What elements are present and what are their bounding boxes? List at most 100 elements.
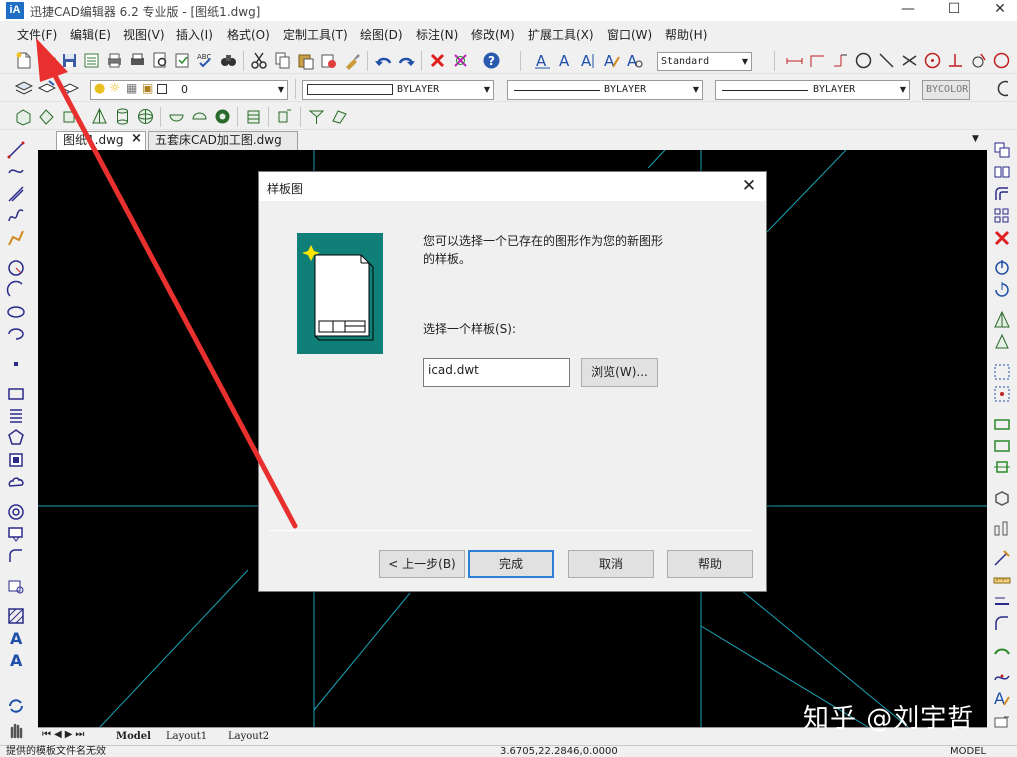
plot-icon[interactable]: [128, 51, 147, 70]
edit-polyline-icon[interactable]: [992, 548, 1012, 568]
redraw-icon[interactable]: [6, 696, 26, 716]
menu-insert[interactable]: 插入(I): [176, 26, 213, 43]
explode-icon[interactable]: [992, 518, 1012, 538]
edit-text-icon[interactable]: A: [602, 51, 621, 70]
line-icon[interactable]: [6, 140, 26, 160]
color-dropdown[interactable]: BYLAYER ▼: [302, 80, 494, 100]
lineweight-dropdown[interactable]: BYLAYER ▼: [715, 80, 910, 100]
hatch-icon[interactable]: [6, 606, 26, 626]
save-icon[interactable]: [60, 51, 79, 70]
menu-custom-tools[interactable]: 定制工具(T): [283, 26, 348, 43]
menu-extend-tools[interactable]: 扩展工具(X): [528, 26, 594, 43]
lengthen-icon[interactable]: [992, 592, 1012, 612]
edit-spline-points-icon[interactable]: [992, 666, 1012, 686]
text-icon[interactable]: A: [6, 650, 26, 670]
tab-five-set-bed[interactable]: 五套床CAD加工图.dwg: [148, 131, 298, 150]
layout-tab-layout1[interactable]: Layout1: [162, 728, 211, 745]
tab-list-chevron-icon[interactable]: ▼: [972, 134, 979, 144]
perpendicular-snap-icon[interactable]: [946, 51, 965, 70]
cone-solid-icon[interactable]: [60, 107, 79, 126]
extrude-icon[interactable]: [244, 107, 263, 126]
print-icon[interactable]: [105, 51, 124, 70]
pan-hand-icon[interactable]: [6, 720, 26, 740]
center-snap-icon[interactable]: [923, 51, 942, 70]
join-icon[interactable]: [992, 436, 1012, 456]
edit-spline-icon[interactable]: [992, 614, 1012, 634]
revolve-icon[interactable]: [275, 107, 294, 126]
scale-icon[interactable]: [992, 310, 1012, 330]
paste-special-icon[interactable]: [319, 51, 338, 70]
menu-dimension[interactable]: 标注(N): [416, 26, 458, 43]
torus-icon[interactable]: [213, 107, 232, 126]
linetype-dropdown[interactable]: BYLAYER ▼: [507, 80, 703, 100]
donut-icon[interactable]: [6, 502, 26, 522]
arc-tool-icon[interactable]: [994, 79, 1013, 98]
text-style-icon[interactable]: A: [533, 51, 552, 70]
minimize-button[interactable]: —: [885, 0, 931, 21]
spline-icon[interactable]: [6, 206, 26, 226]
stretch-icon[interactable]: [992, 332, 1012, 352]
back-button[interactable]: < 上一步(B): [379, 550, 465, 578]
move-icon[interactable]: [992, 258, 1012, 278]
line-tool-icon[interactable]: [877, 51, 896, 70]
single-line-text-icon[interactable]: A: [556, 51, 575, 70]
edit-mtext-icon[interactable]: A: [992, 688, 1012, 708]
publish-icon[interactable]: [173, 51, 192, 70]
menu-draw[interactable]: 绘图(D): [360, 26, 403, 43]
purge-icon[interactable]: [451, 51, 470, 70]
delete-icon[interactable]: [992, 228, 1012, 248]
slice-icon[interactable]: [307, 107, 326, 126]
maximize-button[interactable]: ☐: [931, 0, 977, 21]
undo-icon[interactable]: [374, 51, 393, 70]
measure-icon[interactable]: [992, 570, 1012, 590]
break-icon[interactable]: [992, 414, 1012, 434]
cancel-button[interactable]: 取消: [568, 550, 654, 578]
make-layer-current-icon[interactable]: [37, 79, 56, 98]
point-icon[interactable]: [6, 354, 26, 374]
help-button[interactable]: 帮助: [667, 550, 753, 578]
help-icon[interactable]: ?: [482, 51, 501, 70]
find-text-icon[interactable]: A: [625, 51, 644, 70]
polygon-icon[interactable]: [6, 428, 26, 448]
close-window-button[interactable]: ✕: [977, 0, 1017, 21]
multiline-text-icon[interactable]: A: [579, 51, 598, 70]
ellipse-icon[interactable]: [6, 302, 26, 322]
layer-previous-icon[interactable]: [60, 79, 79, 98]
paste-icon[interactable]: [296, 51, 315, 70]
layer-dropdown[interactable]: ● ☼ ▦ ▣ 0 ▼: [90, 80, 288, 100]
arc-dimension-icon[interactable]: [831, 51, 850, 70]
menu-view[interactable]: 视图(V): [123, 26, 165, 43]
rectangle-icon[interactable]: [6, 384, 26, 404]
copy-object-icon[interactable]: [992, 140, 1012, 160]
circle-dimension-icon[interactable]: [854, 51, 873, 70]
finish-button[interactable]: 完成: [468, 550, 554, 578]
wipeout-icon[interactable]: [6, 524, 26, 544]
spell-check-icon[interactable]: ABC: [196, 51, 215, 70]
menu-help[interactable]: 帮助(H): [665, 26, 707, 43]
redo-icon[interactable]: [397, 51, 416, 70]
tangent-snap-icon[interactable]: [969, 51, 988, 70]
print-preview-icon[interactable]: [151, 51, 170, 70]
mtext-icon[interactable]: A: [6, 628, 26, 648]
layer-manager-icon[interactable]: [14, 79, 33, 98]
mirror-icon[interactable]: [992, 162, 1012, 182]
array-icon[interactable]: [992, 206, 1012, 226]
layout-tab-layout2[interactable]: Layout2: [224, 728, 273, 745]
box-solid-icon[interactable]: [14, 107, 33, 126]
section-icon[interactable]: [330, 107, 349, 126]
edit-attribute-icon[interactable]: [992, 712, 1012, 732]
polyline-icon[interactable]: [6, 163, 26, 183]
dialog-close-icon[interactable]: ✕: [737, 175, 761, 197]
edit-hatch-icon[interactable]: [992, 644, 1012, 664]
dish-icon[interactable]: [167, 107, 186, 126]
plot-style-dropdown[interactable]: BYCOLOR: [922, 80, 970, 100]
layout-tab-model[interactable]: Model: [112, 728, 155, 745]
match-properties-icon[interactable]: [343, 51, 362, 70]
dome-icon[interactable]: [190, 107, 209, 126]
chamfer-icon[interactable]: [992, 458, 1012, 478]
fillet-icon[interactable]: [6, 546, 26, 566]
text-style-dropdown[interactable]: Standard ▼: [657, 52, 752, 71]
save-all-icon[interactable]: [82, 51, 101, 70]
trim-icon[interactable]: [992, 362, 1012, 382]
template-file-input[interactable]: icad.dwt: [423, 358, 570, 387]
